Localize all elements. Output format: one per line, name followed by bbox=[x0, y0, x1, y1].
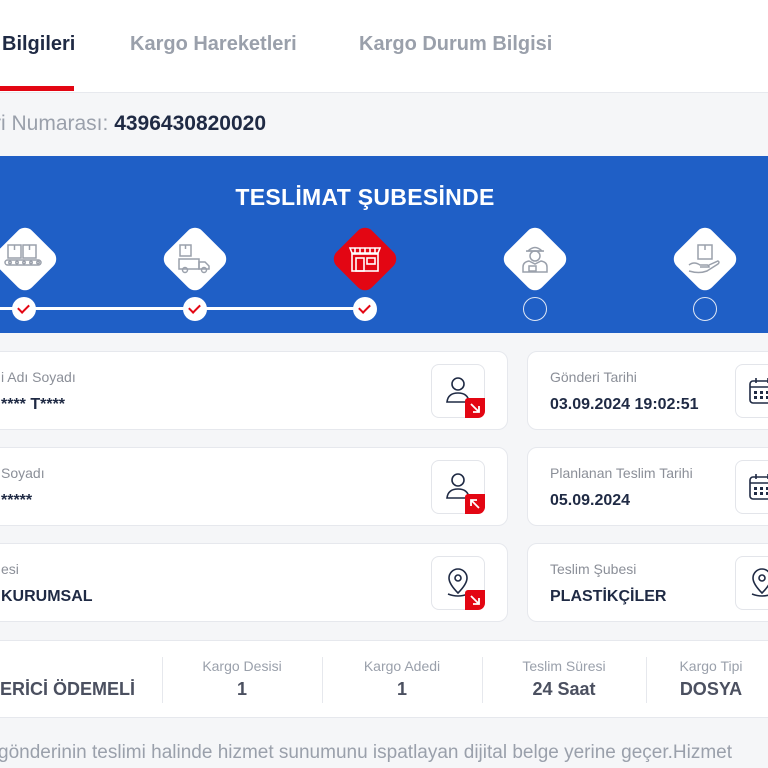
card-sender-branch: esi KURUMSAL bbox=[0, 543, 508, 622]
card-receiver-name: Soyadı ***** bbox=[0, 447, 508, 526]
legal-note: gönderinin teslimi halinde hizmet sunumu… bbox=[0, 742, 733, 763]
card-value: **** T**** bbox=[1, 396, 66, 413]
calendar-icon bbox=[749, 474, 768, 500]
summary-value: 1 bbox=[236, 679, 247, 699]
step-5-pending bbox=[693, 297, 717, 321]
card-planned-date: Planlanan Teslim Tarihi 05.09.2024 bbox=[527, 447, 768, 526]
calendar-icon-button[interactable] bbox=[735, 364, 768, 418]
card-value: 03.09.2024 19:02:51 bbox=[550, 396, 699, 413]
tab-kargo-hareketleri[interactable]: Kargo Hareketleri bbox=[130, 33, 297, 56]
summary-kargo-adedi: Kargo Adedi 1 bbox=[322, 641, 482, 719]
summary-label: Kargo Desisi bbox=[202, 658, 282, 674]
shipment-detail-page: Bilgileri Kargo Hareketleri Kargo Durum … bbox=[0, 0, 768, 768]
summary-label: ipi bbox=[0, 658, 120, 674]
calendar-icon-button[interactable] bbox=[735, 460, 768, 514]
user-icon-button[interactable] bbox=[431, 364, 485, 418]
summary-value: DOSYA bbox=[679, 679, 743, 699]
card-value: PLASTİKÇİLER bbox=[550, 588, 667, 605]
step-4-pending bbox=[523, 297, 547, 321]
status-banner: TESLİMAT ŞUBESİNDE bbox=[0, 156, 768, 333]
card-label: Teslim Şubesi bbox=[550, 561, 637, 577]
card-value: 05.09.2024 bbox=[550, 492, 631, 509]
incoming-arrow-icon bbox=[465, 494, 485, 514]
card-label: i Adı Soyadı bbox=[1, 369, 76, 385]
card-label: esi bbox=[1, 561, 19, 577]
calendar-icon bbox=[749, 378, 768, 404]
card-label: Soyadı bbox=[1, 465, 45, 481]
outgoing-arrow-icon bbox=[465, 398, 485, 418]
summary-value: 24 Saat bbox=[532, 679, 596, 699]
step-1-check bbox=[12, 297, 36, 321]
delivery-truck-icon bbox=[178, 244, 210, 274]
card-value: ***** bbox=[1, 492, 33, 509]
location-pin-icon bbox=[751, 568, 768, 597]
card-value: KURUMSAL bbox=[1, 588, 93, 605]
courier-person-icon bbox=[522, 246, 548, 273]
summary-kargo-desisi: Kargo Desisi 1 bbox=[162, 641, 322, 719]
tab-bilgileri[interactable]: Bilgileri bbox=[2, 33, 75, 56]
step-3-check bbox=[353, 297, 377, 321]
tracking-number-label: ri Numarası: bbox=[0, 112, 115, 135]
card-send-date: Gönderi Tarihi 03.09.2024 19:02:51 bbox=[527, 351, 768, 430]
summary-label: Teslim Süresi bbox=[522, 658, 606, 674]
package-hand-icon bbox=[688, 244, 720, 274]
card-label: Gönderi Tarihi bbox=[550, 369, 637, 385]
summary-payment-type: ipi ERİCİ ÖDEMELİ bbox=[0, 641, 180, 719]
summary-kargo-tipi: Kargo Tipi DOSYA bbox=[646, 641, 768, 719]
packages-conveyor-icon bbox=[4, 244, 42, 266]
step-2-check bbox=[183, 297, 207, 321]
tab-bar: Bilgileri Kargo Hareketleri Kargo Durum … bbox=[0, 0, 768, 93]
outgoing-arrow-icon bbox=[465, 590, 485, 610]
user-icon-button[interactable] bbox=[431, 460, 485, 514]
location-icon-button[interactable] bbox=[431, 556, 485, 610]
branch-store-icon bbox=[348, 247, 382, 272]
summary-value: ERİCİ ÖDEMELİ bbox=[0, 679, 136, 699]
summary-label: Kargo Adedi bbox=[363, 658, 441, 674]
tab-kargo-durum-bilgisi[interactable]: Kargo Durum Bilgisi bbox=[359, 33, 552, 56]
status-title: TESLİMAT ŞUBESİNDE bbox=[235, 184, 495, 210]
card-delivery-branch: Teslim Şubesi PLASTİKÇİLER bbox=[527, 543, 768, 622]
card-sender-name: i Adı Soyadı **** T**** bbox=[0, 351, 508, 430]
summary-label: Kargo Tipi bbox=[679, 658, 743, 674]
tracking-number-value: 4396430820020 bbox=[114, 112, 267, 135]
location-icon-button[interactable] bbox=[735, 556, 768, 610]
card-label: Planlanan Teslim Tarihi bbox=[550, 465, 693, 481]
active-tab-indicator bbox=[0, 86, 74, 91]
shipment-summary: ipi ERİCİ ÖDEMELİ Kargo Desisi 1 Kargo A… bbox=[0, 640, 768, 718]
tracking-number: ri Numarası: 4396430820020 bbox=[0, 112, 266, 136]
summary-teslim-suresi: Teslim Süresi 24 Saat bbox=[482, 641, 646, 719]
summary-value: 1 bbox=[396, 679, 407, 699]
